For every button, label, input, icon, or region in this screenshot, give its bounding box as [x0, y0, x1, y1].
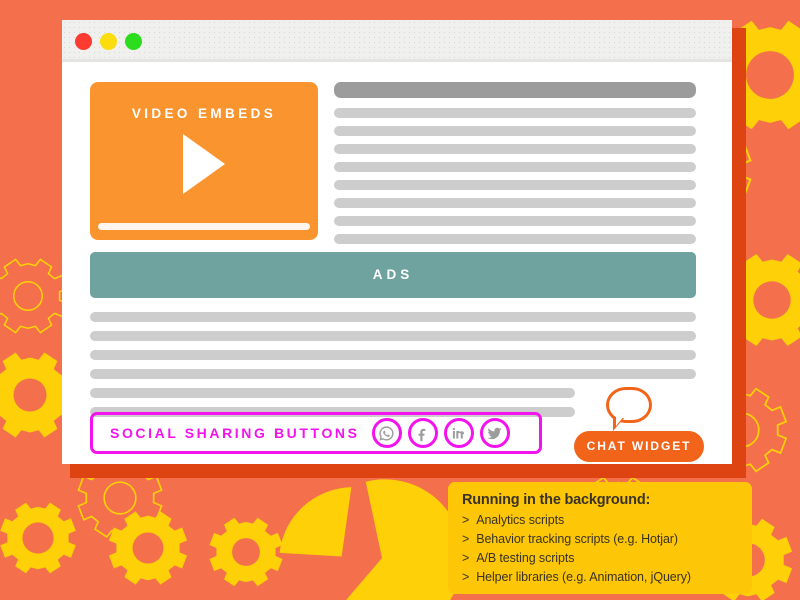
video-embed-block[interactable]: VIDEO EMBEDS — [90, 82, 318, 240]
callout-item-label: Analytics scripts — [476, 513, 565, 527]
callout-list-item: > A/B testing scripts — [462, 549, 740, 568]
whatsapp-icon[interactable] — [371, 418, 402, 448]
gear-icon — [108, 511, 188, 585]
gear-icon — [209, 517, 283, 587]
callout-item-label: Helper libraries (e.g. Animation, jQuery… — [476, 570, 691, 584]
skeleton-text-line — [334, 180, 696, 190]
skeleton-text-line — [334, 198, 696, 208]
window-body: VIDEO EMBEDS ADS SOCIAL SHARING BUTTONS … — [62, 20, 732, 464]
skeleton-text-line — [334, 126, 696, 136]
callout-list-item: > Helper libraries (e.g. Animation, jQue… — [462, 568, 740, 587]
speech-bubble-icon[interactable] — [606, 387, 652, 431]
list-marker: > — [462, 513, 470, 527]
browser-window: VIDEO EMBEDS ADS SOCIAL SHARING BUTTONS … — [62, 20, 746, 478]
social-icon-list — [371, 418, 510, 448]
close-window-dot[interactable] — [75, 33, 92, 50]
social-sharing-label: SOCIAL SHARING BUTTONS — [110, 425, 360, 441]
maximize-window-dot[interactable] — [125, 33, 142, 50]
skeleton-text-line — [334, 144, 696, 154]
skeleton-text-line — [90, 331, 696, 341]
article-right-column — [334, 82, 696, 270]
callout-item-label: A/B testing scripts — [476, 551, 575, 565]
twitter-icon[interactable] — [479, 418, 510, 448]
minimize-window-dot[interactable] — [100, 33, 117, 50]
callout-list-item: > Analytics scripts — [462, 511, 740, 530]
skeleton-text-line — [90, 369, 696, 379]
chat-widget-button[interactable]: CHAT WIDGET — [574, 431, 704, 462]
list-marker: > — [462, 570, 470, 584]
play-triangle-icon[interactable] — [183, 134, 225, 195]
list-marker: > — [462, 551, 470, 565]
gear-outline-icon — [0, 258, 68, 334]
social-sharing-bar: SOCIAL SHARING BUTTONS — [90, 412, 542, 454]
video-progress-bar[interactable] — [98, 223, 310, 230]
video-embed-label: VIDEO EMBEDS — [131, 106, 277, 121]
skeleton-heading-bar — [334, 82, 696, 98]
skeleton-text-line — [90, 388, 575, 398]
poster-canvas: VIDEO EMBEDS ADS SOCIAL SHARING BUTTONS … — [0, 0, 800, 600]
list-marker: > — [462, 532, 470, 546]
skeleton-text-line — [334, 108, 696, 118]
skeleton-text-line — [334, 162, 696, 172]
background-scripts-callout: Running in the background: > Analytics s… — [448, 482, 752, 594]
skeleton-text-line — [334, 216, 696, 226]
skeleton-text-line — [334, 234, 696, 244]
browser-title-bar — [62, 20, 732, 62]
chat-widget: CHAT WIDGET — [574, 387, 704, 462]
skeleton-text-line — [90, 350, 696, 360]
facebook-icon[interactable] — [407, 418, 438, 448]
ads-banner-label: ADS — [372, 267, 414, 282]
callout-item-label: Behavior tracking scripts (e.g. Hotjar) — [476, 532, 678, 546]
callout-title: Running in the background: — [462, 492, 651, 508]
skeleton-text-line — [90, 312, 696, 322]
gear-icon — [0, 502, 76, 574]
ads-banner[interactable]: ADS — [90, 252, 696, 298]
callout-list-item: > Behavior tracking scripts (e.g. Hotjar… — [462, 530, 740, 549]
linkedin-icon[interactable] — [443, 418, 474, 448]
